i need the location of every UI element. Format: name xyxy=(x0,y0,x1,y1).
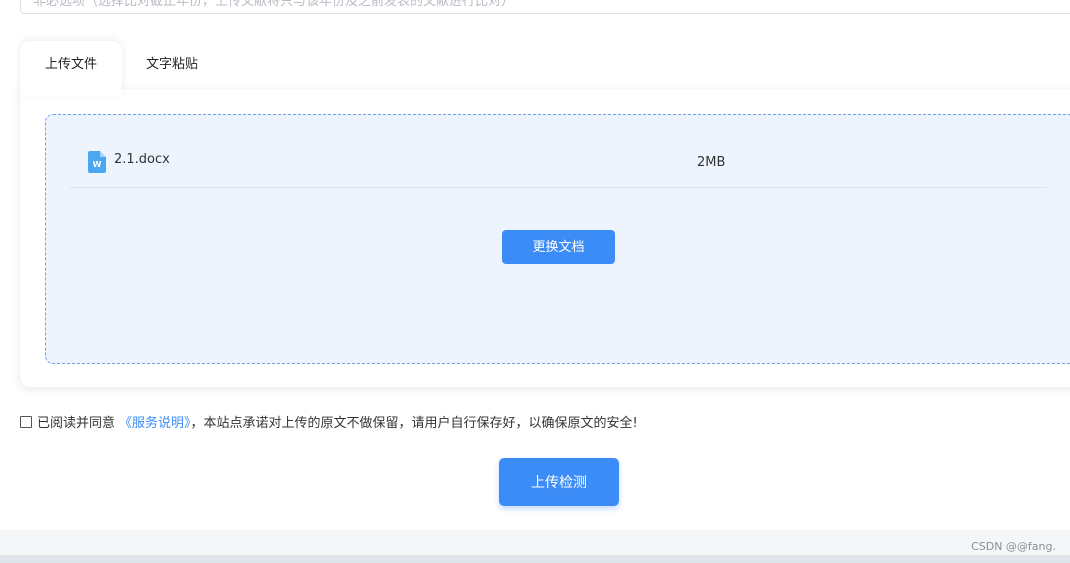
agreement-notice: ，本站点承诺对上传的原文不做保留，请用户自行保存好，以确保原文的安全! xyxy=(190,416,638,431)
card-bottom-edge xyxy=(0,520,1070,530)
word-doc-icon: W xyxy=(88,151,106,173)
page-footer-band xyxy=(0,530,1070,555)
tab-paste-text[interactable]: 文字粘贴 xyxy=(122,41,222,89)
service-terms-link[interactable]: 《服务说明》 xyxy=(119,416,191,431)
agreement-row: 已阅读并同意 《服务说明》，本站点承诺对上传的原文不做保留，请用户自行保存好，以确… xyxy=(20,415,638,433)
file-size: 2MB xyxy=(697,155,726,170)
svg-text:W: W xyxy=(93,160,102,169)
year-filter-input[interactable]: 非必选项（选择比对截止年份，上传文献将只与该年份及之前发表的文献进行比对） xyxy=(20,0,1070,14)
file-dropzone[interactable]: W 2.1.docx 2MB 更换文档 xyxy=(45,114,1070,364)
agreement-checkbox[interactable] xyxy=(20,416,32,428)
upload-check-button[interactable]: 上传检测 xyxy=(499,458,619,506)
replace-document-button[interactable]: 更换文档 xyxy=(502,230,615,264)
page-bottom-strip xyxy=(0,555,1070,563)
watermark: CSDN @@fang. xyxy=(971,540,1056,553)
file-list-item: W 2.1.docx 2MB xyxy=(70,145,1047,188)
file-name: 2.1.docx xyxy=(114,152,170,167)
agreement-prefix: 已阅读并同意 xyxy=(37,416,116,431)
tab-upload-file[interactable]: 上传文件 xyxy=(20,41,122,97)
